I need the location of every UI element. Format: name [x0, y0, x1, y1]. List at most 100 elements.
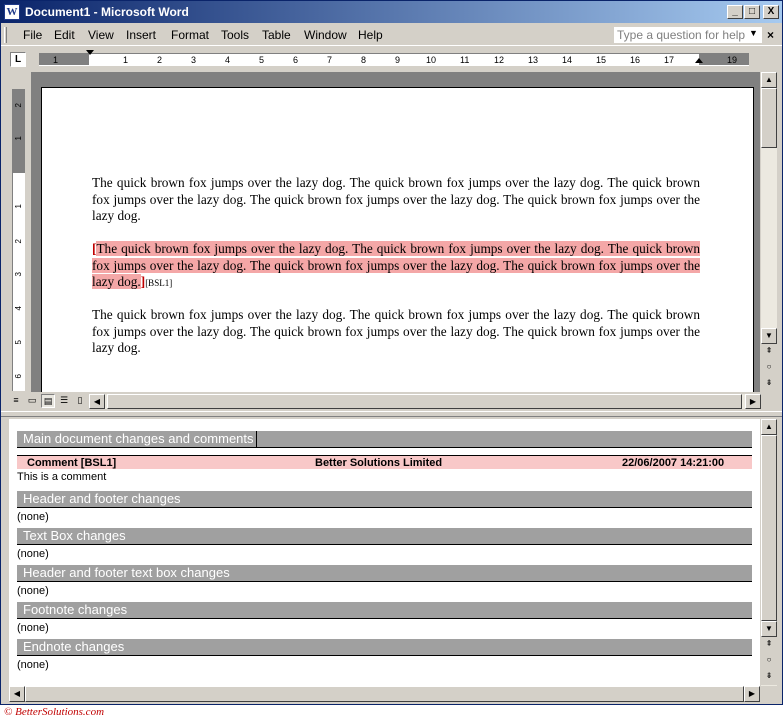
paragraph-3[interactable]: The quick brown fox jumps over the lazy … — [92, 307, 700, 357]
normal-view-icon[interactable]: ≡ — [9, 394, 23, 408]
word-app-icon[interactable]: W — [4, 4, 20, 20]
vertical-ruler[interactable]: 2 1 1 2 3 4 5 6 — [12, 89, 25, 391]
pane-splitter[interactable] — [1, 411, 782, 417]
ruler-tick: 2 — [157, 55, 163, 65]
ruler-tick: 8 — [361, 55, 367, 65]
vruler-tick: 2 — [14, 103, 23, 108]
view-and-hscroll-bar: ≡ ▭ ▤ ☰ ▯ ◀ ▶ — [1, 393, 782, 410]
header-footer-changes-content: (none) — [17, 511, 49, 523]
vruler-tick: 4 — [14, 306, 23, 311]
ruler-tick: 12 — [494, 55, 505, 65]
scroll-thumb[interactable] — [761, 88, 777, 148]
ruler-tick: 3 — [191, 55, 197, 65]
commented-text[interactable]: The quick brown fox jumps over the lazy … — [92, 241, 700, 289]
ruler-row: L 1 1 2 3 4 5 6 7 8 9 10 11 12 13 14 15 … — [1, 47, 782, 71]
reviewing-pane-vertical-scrollbar[interactable]: ▲ ▼ ⇞ ○ ⇟ — [761, 419, 777, 686]
reviewing-pane-horizontal-scrollbar[interactable]: ◀ ▶ — [9, 686, 760, 702]
ruler-tick: 1 — [53, 55, 59, 65]
pane-scroll-left-button[interactable]: ◀ — [9, 686, 25, 702]
endnote-changes-header: Endnote changes — [17, 639, 752, 656]
document-vertical-scrollbar[interactable]: ▲ ▼ ⇞ ○ ⇟ — [761, 72, 777, 392]
menu-insert[interactable]: Insert — [126, 28, 156, 42]
ruler-tick: 9 — [395, 55, 401, 65]
scroll-up-button[interactable]: ▲ — [761, 72, 777, 88]
tab-selector-button[interactable]: L — [10, 52, 26, 67]
menu-edit[interactable]: Edit — [54, 28, 75, 42]
pane-previous-icon[interactable]: ⇞ — [761, 637, 777, 653]
first-line-indent-marker[interactable] — [86, 50, 94, 55]
vruler-tick: 3 — [14, 272, 23, 277]
menu-grip[interactable] — [4, 27, 7, 43]
help-search-input[interactable]: Type a question for help — [613, 26, 763, 44]
main-document-changes-title: Main document changes and comments — [23, 431, 257, 448]
document-page[interactable]: The quick brown fox jumps over the lazy … — [41, 87, 754, 392]
reading-layout-view-icon[interactable]: ▯ — [73, 394, 87, 408]
comment-marker[interactable]: [BSL1] — [145, 278, 172, 288]
next-page-icon[interactable]: ⇟ — [761, 376, 777, 392]
pane-scroll-thumb[interactable] — [761, 435, 777, 621]
window-title: Document1 - Microsoft Word — [25, 5, 189, 19]
ruler-tick: 7 — [327, 55, 333, 65]
ruler-tick: 13 — [528, 55, 539, 65]
print-layout-view-icon[interactable]: ▤ — [41, 394, 55, 408]
right-margin-area — [699, 54, 749, 65]
text-box-changes-header: Text Box changes — [17, 528, 752, 545]
ruler-tick: 11 — [460, 55, 470, 65]
menu-file[interactable]: File — [23, 28, 42, 42]
maximize-button[interactable]: □ — [744, 5, 760, 19]
footnote-changes-content: (none) — [17, 622, 49, 634]
menu-view[interactable]: View — [88, 28, 114, 42]
reviewing-pane: Main document changes and comments Comme… — [9, 419, 760, 686]
comment-datetime: 22/06/2007 14:21:00 — [622, 457, 725, 469]
comment-author: Better Solutions Limited — [315, 457, 443, 469]
pane-scroll-down-button[interactable]: ▼ — [761, 621, 777, 637]
credit-watermark: © BetterSolutions.com — [4, 706, 105, 718]
ruler-tick: 16 — [630, 55, 641, 65]
document-area: The quick brown fox jumps over the lazy … — [31, 72, 760, 392]
menu-help[interactable]: Help — [358, 28, 383, 42]
horizontal-ruler[interactable]: 1 1 2 3 4 5 6 7 8 9 10 11 12 13 14 15 16… — [39, 50, 749, 66]
pane-horizontal-thumb[interactable] — [25, 686, 744, 702]
close-button[interactable]: X — [763, 5, 779, 19]
scroll-left-button[interactable]: ◀ — [89, 394, 105, 409]
word-window: W Document1 - Microsoft Word _ □ X File … — [0, 0, 783, 705]
pane-scroll-up-button[interactable]: ▲ — [761, 419, 777, 435]
right-indent-marker[interactable] — [695, 58, 703, 63]
pane-scroll-right-button[interactable]: ▶ — [744, 686, 760, 702]
vruler-tick: 2 — [14, 239, 23, 244]
header-footer-text-box-changes-header: Header and footer text box changes — [17, 565, 752, 582]
main-document-changes-header: Main document changes and comments — [17, 431, 752, 448]
menu-tools[interactable]: Tools — [221, 28, 249, 42]
minimize-button[interactable]: _ — [727, 5, 743, 19]
web-layout-view-icon[interactable]: ▭ — [25, 394, 39, 408]
menu-table[interactable]: Table — [262, 28, 291, 42]
ruler-tick: 15 — [596, 55, 607, 65]
select-browse-object-icon[interactable]: ○ — [761, 360, 777, 376]
comment-header-bar[interactable]: Comment [BSL1] Better Solutions Limited … — [17, 455, 752, 469]
ruler-tick: 19 — [727, 55, 738, 65]
ruler-tick: 5 — [259, 55, 265, 65]
title-bar: W Document1 - Microsoft Word _ □ X — [1, 1, 782, 23]
ruler-tick: 14 — [562, 55, 573, 65]
menu-bar: File Edit View Insert Format Tools Table… — [1, 24, 782, 46]
vruler-tick: 5 — [14, 340, 23, 345]
scroll-right-button[interactable]: ▶ — [745, 394, 761, 409]
text-box-changes-content: (none) — [17, 548, 49, 560]
document-horizontal-scrollbar[interactable]: ◀ ▶ — [89, 394, 761, 409]
horizontal-scroll-thumb[interactable] — [107, 394, 742, 409]
header-footer-text-box-changes-content: (none) — [17, 585, 49, 597]
close-document-button[interactable]: × — [767, 28, 774, 42]
menu-window[interactable]: Window — [304, 28, 347, 42]
previous-page-icon[interactable]: ⇞ — [761, 344, 777, 360]
menu-format[interactable]: Format — [171, 28, 209, 42]
pane-browse-object-icon[interactable]: ○ — [761, 653, 777, 669]
help-dropdown-icon[interactable]: ▼ — [749, 28, 758, 38]
vruler-tick: 1 — [14, 136, 23, 141]
comment-text[interactable]: This is a comment — [17, 471, 106, 483]
paragraph-1[interactable]: The quick brown fox jumps over the lazy … — [92, 175, 700, 225]
footnote-changes-header: Footnote changes — [17, 602, 752, 619]
paragraph-2-commented[interactable]: [The quick brown fox jumps over the lazy… — [92, 241, 700, 292]
outline-view-icon[interactable]: ☰ — [57, 394, 71, 408]
pane-next-icon[interactable]: ⇟ — [761, 669, 777, 685]
scroll-down-button[interactable]: ▼ — [761, 328, 777, 344]
